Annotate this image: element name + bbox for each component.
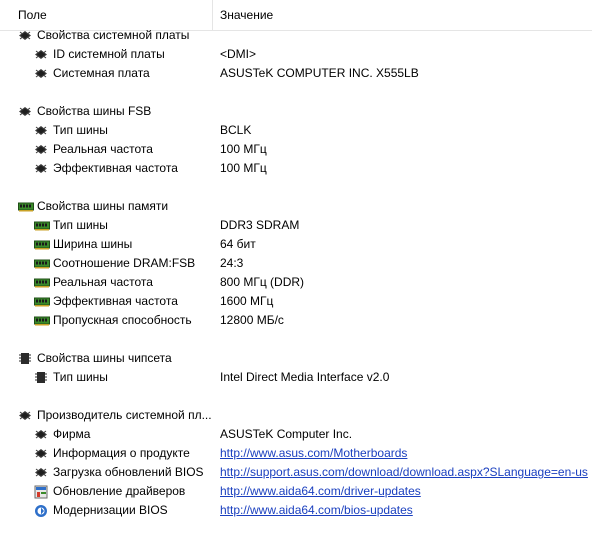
- property-name: Ширина шины: [53, 237, 133, 251]
- group-header-row[interactable]: Свойства шины памяти: [0, 197, 592, 216]
- memory-module-icon: [34, 238, 50, 251]
- group-title: Свойства шины FSB: [37, 104, 152, 118]
- property-row[interactable]: Реальная частота 800 МГц (DDR): [0, 273, 592, 292]
- property-value-link[interactable]: http://support.asus.com/download/downloa…: [220, 463, 588, 482]
- property-row[interactable]: Системная плата ASUSTeK COMPUTER INC. X55…: [0, 64, 592, 83]
- property-value: 64 бит: [220, 237, 256, 251]
- property-value-link[interactable]: http://www.asus.com/Motherboards: [220, 444, 407, 463]
- memory-module-icon: [34, 219, 50, 232]
- motherboard-chip-icon: [34, 447, 48, 460]
- property-row[interactable]: Пропускная способность 12800 МБ/с: [0, 311, 592, 330]
- property-name: ID системной платы: [53, 47, 165, 61]
- property-row[interactable]: Тип шины BCLK: [0, 121, 592, 140]
- motherboard-chip-icon: [34, 67, 48, 80]
- property-name: Эффективная частота: [53, 294, 178, 308]
- memory-module-icon: [34, 314, 50, 327]
- group-title: Свойства шины памяти: [37, 199, 169, 213]
- memory-module-icon: [34, 276, 50, 289]
- property-name: Реальная частота: [53, 142, 153, 156]
- properties-list: Свойства системной платы ID системной пла…: [0, 26, 592, 520]
- property-row[interactable]: Реальная частота 100 МГц: [0, 140, 592, 159]
- property-name: Эффективная частота: [53, 161, 178, 175]
- property-row[interactable]: Информация о продукте http://www.asus.com…: [0, 444, 592, 463]
- property-row[interactable]: Эффективная частота 100 МГц: [0, 159, 592, 178]
- motherboard-chip-icon: [18, 29, 32, 42]
- property-name: Модернизации BIOS: [53, 503, 168, 517]
- motherboard-chip-icon: [34, 143, 48, 156]
- motherboard-chip-icon: [34, 466, 48, 479]
- memory-module-icon: [34, 257, 50, 270]
- property-value: BCLK: [220, 123, 252, 137]
- group-header-row[interactable]: Производитель системной пл...: [0, 406, 592, 425]
- property-value: ASUSTeK Computer Inc.: [220, 427, 353, 441]
- property-name: Тип шины: [53, 370, 108, 384]
- property-row[interactable]: Фирма ASUSTeK Computer Inc.: [0, 425, 592, 444]
- property-name: Фирма: [53, 427, 91, 441]
- group-title: Производитель системной пл...: [37, 408, 212, 422]
- property-value: 24:3: [220, 256, 244, 270]
- property-value: 12800 МБ/с: [220, 313, 284, 327]
- motherboard-chip-icon: [34, 428, 48, 441]
- property-row[interactable]: Тип шины Intel Direct Media Interface v2.…: [0, 368, 592, 387]
- property-row[interactable]: Модернизации BIOS http://www.aida64.com/b…: [0, 501, 592, 520]
- property-name: Загрузка обновлений BIOS: [53, 465, 204, 479]
- group-title: Свойства системной платы: [37, 28, 190, 42]
- bios-upgrade-icon: [34, 504, 48, 517]
- property-name: Соотношение DRAM:FSB: [53, 256, 196, 270]
- property-row[interactable]: Ширина шины 64 бит: [0, 235, 592, 254]
- property-row[interactable]: ID системной платы <DMI>: [0, 45, 592, 64]
- group-header-row[interactable]: Свойства шины FSB: [0, 102, 592, 121]
- chipset-bus-icon: [34, 371, 48, 384]
- group-header-row[interactable]: Свойства шины чипсета: [0, 349, 592, 368]
- property-name: Пропускная способность: [53, 313, 192, 327]
- driver-update-icon: [34, 485, 48, 499]
- property-row[interactable]: Тип шины DDR3 SDRAM: [0, 216, 592, 235]
- motherboard-chip-icon: [34, 162, 48, 175]
- property-value: 100 МГц: [220, 161, 267, 175]
- property-row[interactable]: Эффективная частота 1600 МГц: [0, 292, 592, 311]
- motherboard-chip-icon: [34, 124, 48, 137]
- motherboard-chip-icon: [34, 48, 48, 61]
- property-value: 1600 МГц: [220, 294, 274, 308]
- property-value-link[interactable]: http://www.aida64.com/bios-updates: [220, 501, 413, 520]
- property-value: 800 МГц (DDR): [220, 275, 305, 289]
- property-name: Тип шины: [53, 218, 108, 232]
- memory-module-icon: [18, 200, 34, 213]
- property-name: Тип шины: [53, 123, 108, 137]
- property-value: Intel Direct Media Interface v2.0: [220, 370, 390, 384]
- group-title: Свойства шины чипсета: [37, 351, 172, 365]
- group-header-row[interactable]: Свойства системной платы: [0, 26, 592, 45]
- memory-module-icon: [34, 295, 50, 308]
- property-row[interactable]: Загрузка обновлений BIOS http://support.a…: [0, 463, 592, 482]
- property-value: DDR3 SDRAM: [220, 218, 300, 232]
- property-value: 100 МГц: [220, 142, 267, 156]
- motherboard-chip-icon: [18, 105, 32, 118]
- chipset-bus-icon: [18, 352, 32, 365]
- property-name: Системная плата: [53, 66, 150, 80]
- property-row[interactable]: Соотношение DRAM:FSB 24:3: [0, 254, 592, 273]
- motherboard-chip-icon: [18, 409, 32, 422]
- property-value: ASUSTeK COMPUTER INC. X555LB: [220, 66, 419, 80]
- property-name: Реальная частота: [53, 275, 153, 289]
- property-value: <DMI>: [220, 47, 257, 61]
- property-name: Обновление драйверов: [53, 484, 186, 498]
- property-row[interactable]: Обновление драйверов http://www.aida64.co…: [0, 482, 592, 501]
- property-value-link[interactable]: http://www.aida64.com/driver-updates: [220, 482, 421, 501]
- property-name: Информация о продукте: [53, 446, 190, 460]
